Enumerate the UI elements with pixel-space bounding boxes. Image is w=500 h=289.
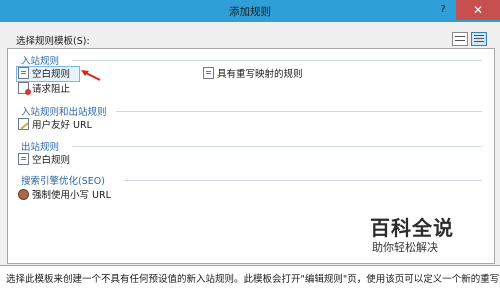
list-item-blank-rule-outbound[interactable]: 空白规则 xyxy=(18,153,70,166)
window-title: 添加规则 xyxy=(229,6,271,18)
group-header-seo: 搜索引擎优化(SEO) xyxy=(21,176,105,187)
list-item-rewrite-map-rule[interactable]: 具有重写映射的规则 xyxy=(203,67,303,80)
group-header-outbound: 出站规则 xyxy=(21,142,60,153)
title-bar: 添加规则 ? ✕ xyxy=(0,0,500,22)
template-description: 选择此模板来创建一个不具有任何预设值的新入站规则。此模板会打开"编辑规则"页，使… xyxy=(0,265,500,289)
blank-rule-icon xyxy=(18,153,29,165)
rewrite-map-rule-icon xyxy=(203,67,214,79)
group-divider xyxy=(72,146,482,147)
close-button[interactable]: ✕ xyxy=(456,0,500,20)
group-header-inbound: 入站规则 xyxy=(21,56,60,67)
list-item-blank-rule-inbound[interactable]: 空白规则 xyxy=(18,67,70,80)
watermark-title: 百科全说 xyxy=(370,216,454,240)
details-view-button[interactable] xyxy=(471,32,487,46)
list-item-label: 强制使用小写 URL xyxy=(32,190,111,201)
seo-rule-icon xyxy=(18,189,29,200)
large-icons-view-button[interactable] xyxy=(452,32,468,46)
list-item-label: 空白规则 xyxy=(32,69,71,80)
blank-rule-icon xyxy=(18,67,29,79)
list-item-label: 用户友好 URL xyxy=(32,120,92,131)
list-item-request-blocking[interactable]: 请求阻止 xyxy=(18,82,70,95)
request-blocking-icon xyxy=(18,82,31,95)
user-friendly-url-icon xyxy=(18,118,29,130)
group-divider xyxy=(116,111,482,112)
help-button[interactable]: ? xyxy=(435,2,451,18)
list-item-enforce-lowercase-url[interactable]: 强制使用小写 URL xyxy=(18,189,111,202)
template-list-label: 选择规则模板(S): xyxy=(16,36,90,47)
group-divider xyxy=(72,60,482,61)
list-item-user-friendly-url[interactable]: 用户友好 URL xyxy=(18,118,92,131)
group-divider xyxy=(124,180,482,181)
list-item-label: 请求阻止 xyxy=(32,84,71,95)
list-item-label: 具有重写映射的规则 xyxy=(217,69,303,80)
watermark-subtitle: 助你轻松解决 xyxy=(372,241,438,254)
annotation-arrow-icon xyxy=(81,70,101,81)
list-item-label: 空白规则 xyxy=(32,155,71,166)
group-header-inbound-outbound: 入站规则和出站规则 xyxy=(21,107,107,118)
